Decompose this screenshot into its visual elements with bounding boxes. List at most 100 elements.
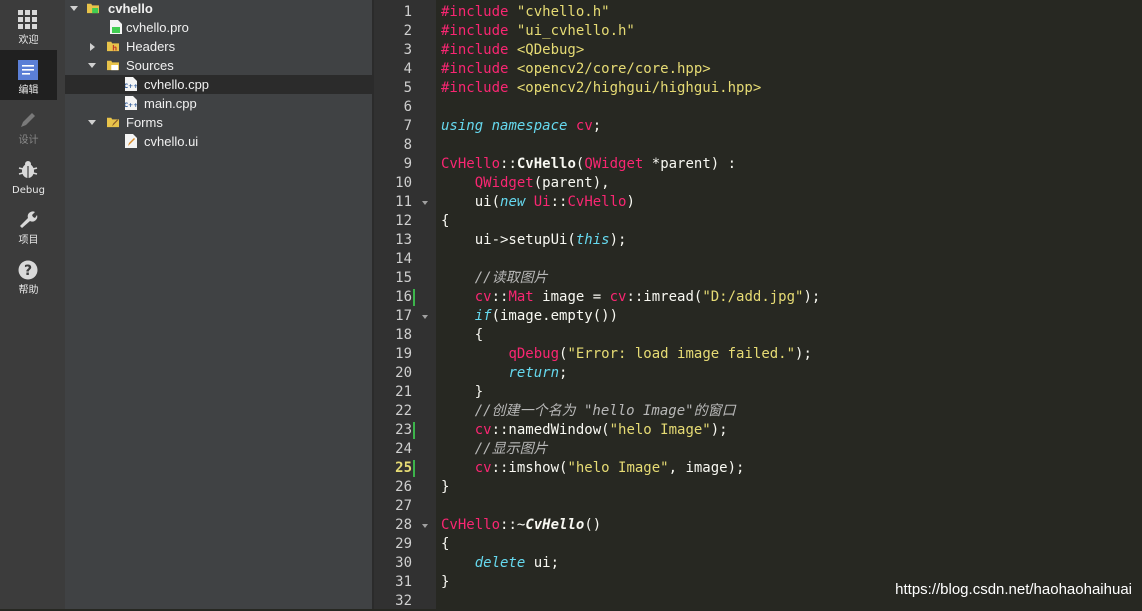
fold-marker-icon[interactable] xyxy=(422,201,428,205)
mode-label: 编辑 xyxy=(18,85,39,96)
mode-edit[interactable]: 编辑 xyxy=(0,50,57,100)
code-line[interactable]: #include "cvhello.h" xyxy=(441,3,610,22)
code-line[interactable]: //创建一个名为 "hello Image"的窗口 xyxy=(441,402,736,421)
fold-marker-icon[interactable] xyxy=(422,524,428,528)
code-token: { xyxy=(441,536,450,552)
code-line[interactable]: cv::namedWindow("helo Image"); xyxy=(441,421,728,440)
tree-item-cvhello-ui[interactable]: cvhello.ui xyxy=(65,132,372,151)
code-line[interactable]: //显示图片 xyxy=(441,440,548,459)
code-token: { xyxy=(441,213,450,229)
pro-file-icon xyxy=(110,20,122,34)
code-token: CvHello xyxy=(441,517,501,533)
mode-help[interactable]: ? 帮助 xyxy=(0,250,57,300)
mode-welcome[interactable]: 欢迎 xyxy=(0,0,57,50)
code-line[interactable]: } xyxy=(441,573,449,592)
code-token: return xyxy=(508,365,560,381)
tree-item-headers[interactable]: h Headers xyxy=(65,37,372,56)
code-token: (parent), xyxy=(533,175,610,191)
code-token: "Error: load image failed." xyxy=(567,346,796,362)
tree-item-cvhello-cpp[interactable]: C++ cvhello.cpp xyxy=(65,75,372,94)
code-line[interactable]: #include <opencv2/highgui/highgui.hpp> xyxy=(441,79,761,98)
line-number-gutter[interactable]: 1 2 3 4 5 6 7 8 9 10 11 12 13 14 15 16 17 18 19 20 21 22 23 24 2… xyxy=(374,0,436,609)
code-token: cv xyxy=(609,289,627,305)
line-number: 27 xyxy=(395,498,412,514)
tree-item-sources[interactable]: Sources xyxy=(65,56,372,75)
line-number: 14 xyxy=(395,251,412,267)
line-number: 18 xyxy=(395,327,412,343)
code-line[interactable]: return; xyxy=(441,364,567,383)
code-token: CvHello xyxy=(516,156,576,172)
code-line[interactable]: cv::Mat image = cv::imread("D:/add.jpg")… xyxy=(441,288,821,307)
code-line[interactable]: { xyxy=(441,212,449,231)
line-number: 6 xyxy=(403,99,412,115)
code-line[interactable]: qDebug("Error: load image failed."); xyxy=(441,345,812,364)
svg-text:?: ? xyxy=(24,263,32,279)
expand-arrow-icon[interactable] xyxy=(90,43,95,51)
code-line[interactable]: { xyxy=(441,326,483,345)
mode-label: 设计 xyxy=(18,135,39,146)
file-label: cvhello.cpp xyxy=(144,77,210,92)
collapse-arrow-icon[interactable] xyxy=(88,120,96,125)
mode-label: 欢迎 xyxy=(18,35,39,46)
code-token: delete xyxy=(474,555,526,571)
edit-document-icon xyxy=(18,60,38,80)
code-token: ); xyxy=(803,289,821,305)
code-token: //创建一个名为 "hello Image"的窗口 xyxy=(441,403,736,419)
code-line[interactable]: QWidget(parent), xyxy=(441,174,610,193)
code-token: //读取图片 xyxy=(441,270,548,286)
change-marker xyxy=(413,289,415,306)
line-number: 5 xyxy=(403,80,412,96)
code-line[interactable]: using namespace cv; xyxy=(441,117,601,136)
mode-projects[interactable]: 项目 xyxy=(0,200,57,250)
code-token: , image); xyxy=(668,460,745,476)
code-line[interactable]: ui(new Ui::CvHello) xyxy=(441,193,635,212)
code-token: ::imread( xyxy=(626,289,703,305)
tree-item-forms[interactable]: Forms xyxy=(65,113,372,132)
code-token: { xyxy=(441,327,484,343)
code-line[interactable]: } xyxy=(441,383,483,402)
code-line[interactable]: ui->setupUi(this); xyxy=(441,231,627,250)
line-number: 31 xyxy=(395,574,412,590)
code-line[interactable]: delete ui; xyxy=(441,554,559,573)
line-number: 16 xyxy=(395,289,412,305)
fold-marker-icon[interactable] xyxy=(422,315,428,319)
code-line[interactable]: #include <opencv2/core/core.hpp> xyxy=(441,60,711,79)
code-editor[interactable]: #include "cvhello.h" #include "ui_cvhello… xyxy=(436,0,1142,609)
code-token: ) xyxy=(626,194,635,210)
code-token: new xyxy=(500,194,526,210)
mode-label: 项目 xyxy=(18,235,39,246)
code-line[interactable]: CvHello::~CvHello() xyxy=(441,516,601,535)
line-number: 8 xyxy=(403,137,412,153)
collapse-arrow-icon[interactable] xyxy=(88,63,96,68)
code-line[interactable]: if(image.empty()) xyxy=(441,307,618,326)
tree-item-main-cpp[interactable]: C++ main.cpp xyxy=(65,94,372,113)
collapse-arrow-icon[interactable] xyxy=(70,6,78,11)
code-token: ui( xyxy=(441,194,501,210)
line-number: 15 xyxy=(395,270,412,286)
code-line[interactable]: //读取图片 xyxy=(441,269,548,288)
pencil-icon xyxy=(21,113,35,127)
cpp-file-icon: C++ xyxy=(125,77,137,91)
code-token: "D:/add.jpg" xyxy=(702,289,804,305)
code-line[interactable]: cv::imshow("helo Image", image); xyxy=(441,459,745,478)
code-line[interactable]: { xyxy=(441,535,449,554)
line-number: 22 xyxy=(395,403,412,419)
code-line[interactable]: } xyxy=(441,478,449,497)
code-line[interactable]: #include <QDebug> xyxy=(441,41,584,60)
tree-item-project[interactable]: cvhello xyxy=(65,0,372,18)
code-line[interactable]: CvHello::CvHello(QWidget *parent) : xyxy=(441,155,736,174)
code-token: qDebug xyxy=(508,346,560,362)
line-number: 19 xyxy=(395,346,412,362)
code-token: ); xyxy=(710,422,728,438)
mode-design[interactable]: 设计 xyxy=(0,100,57,150)
code-line[interactable]: #include "ui_cvhello.h" xyxy=(441,22,635,41)
code-token: ); xyxy=(795,346,812,362)
code-token: "cvhello.h" xyxy=(516,4,610,20)
code-token: cv xyxy=(474,422,492,438)
tree-item-pro-file[interactable]: cvhello.pro xyxy=(65,18,372,37)
code-token: ); xyxy=(609,232,627,248)
mode-debug[interactable]: Debug xyxy=(0,150,57,200)
